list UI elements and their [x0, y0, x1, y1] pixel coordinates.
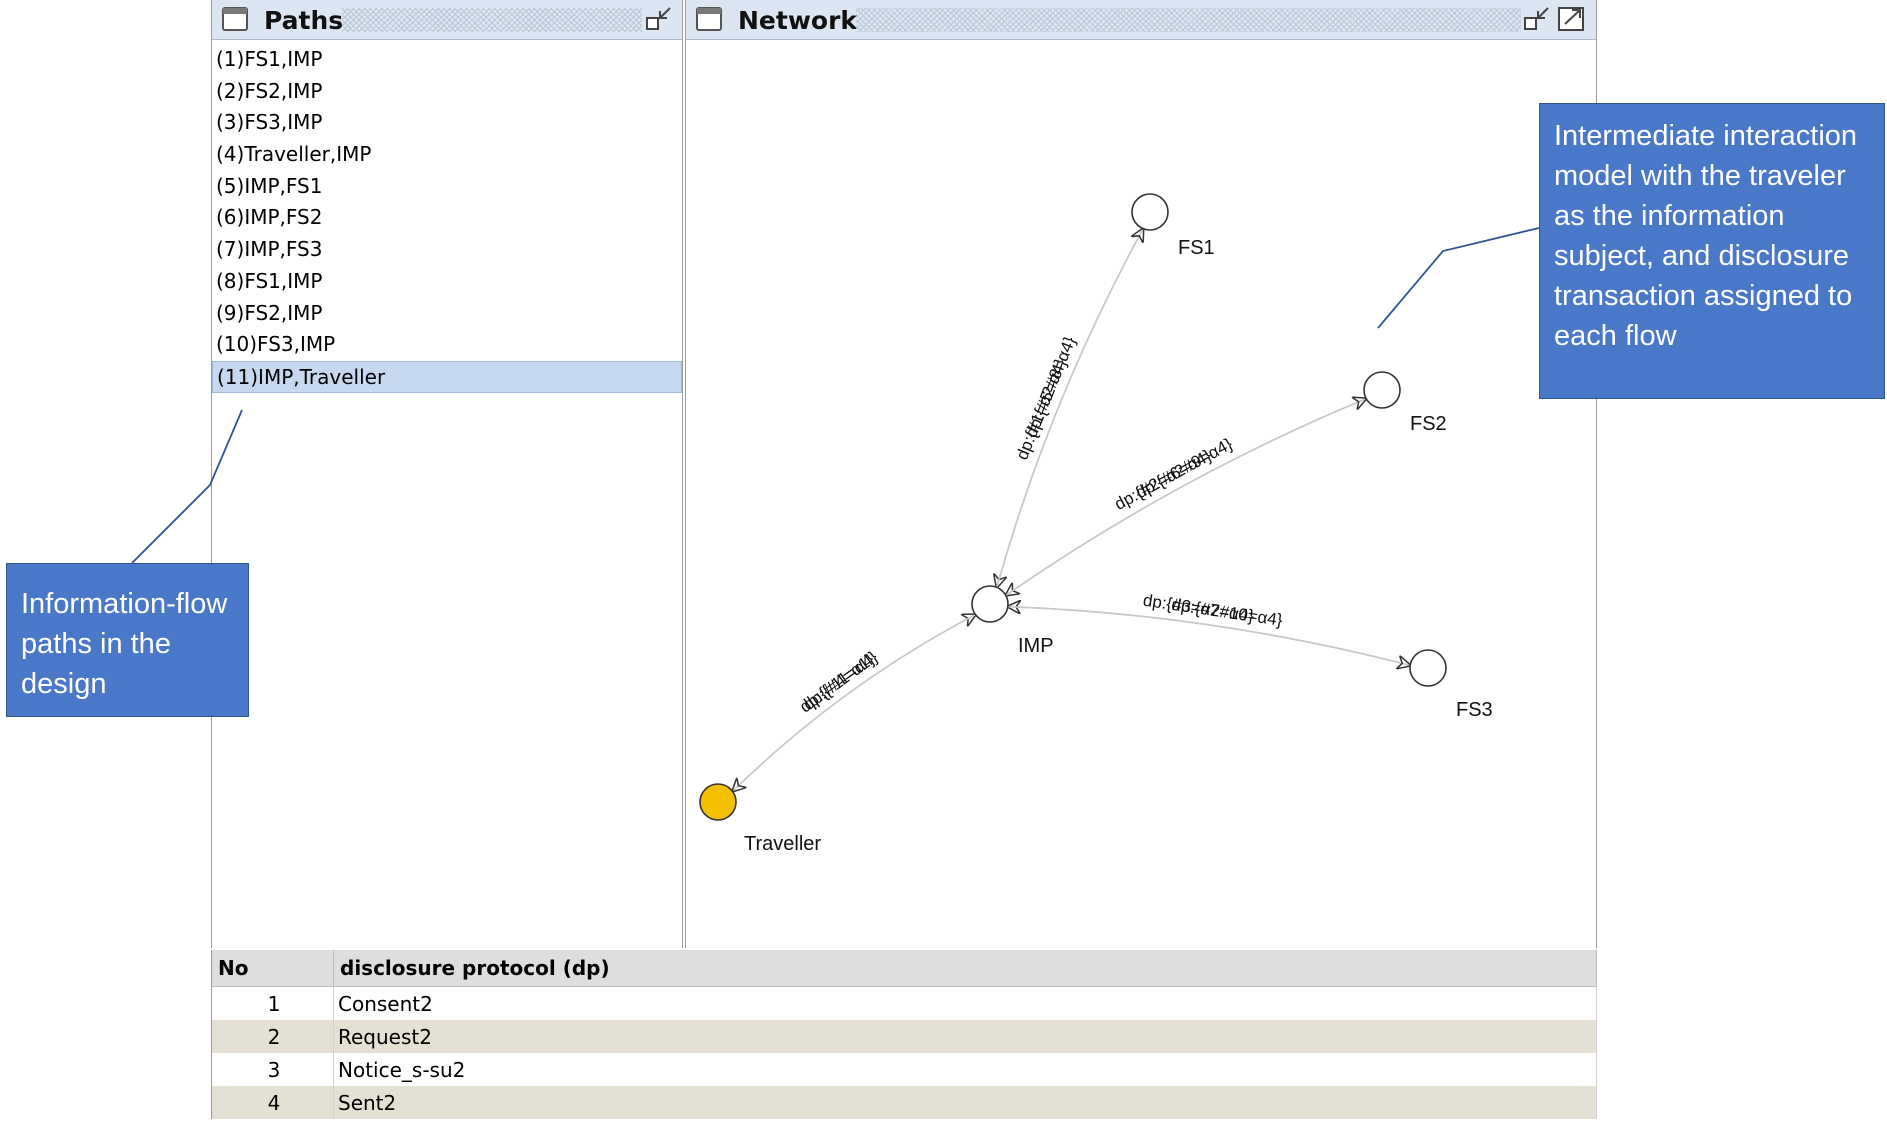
annotation-callout-right: Intermediate interaction model with the … [1539, 103, 1885, 399]
left-connector-line [131, 409, 243, 564]
annotation-callout-left: Information-flow paths in the design [6, 563, 249, 717]
right-connector-line [1377, 227, 1540, 329]
